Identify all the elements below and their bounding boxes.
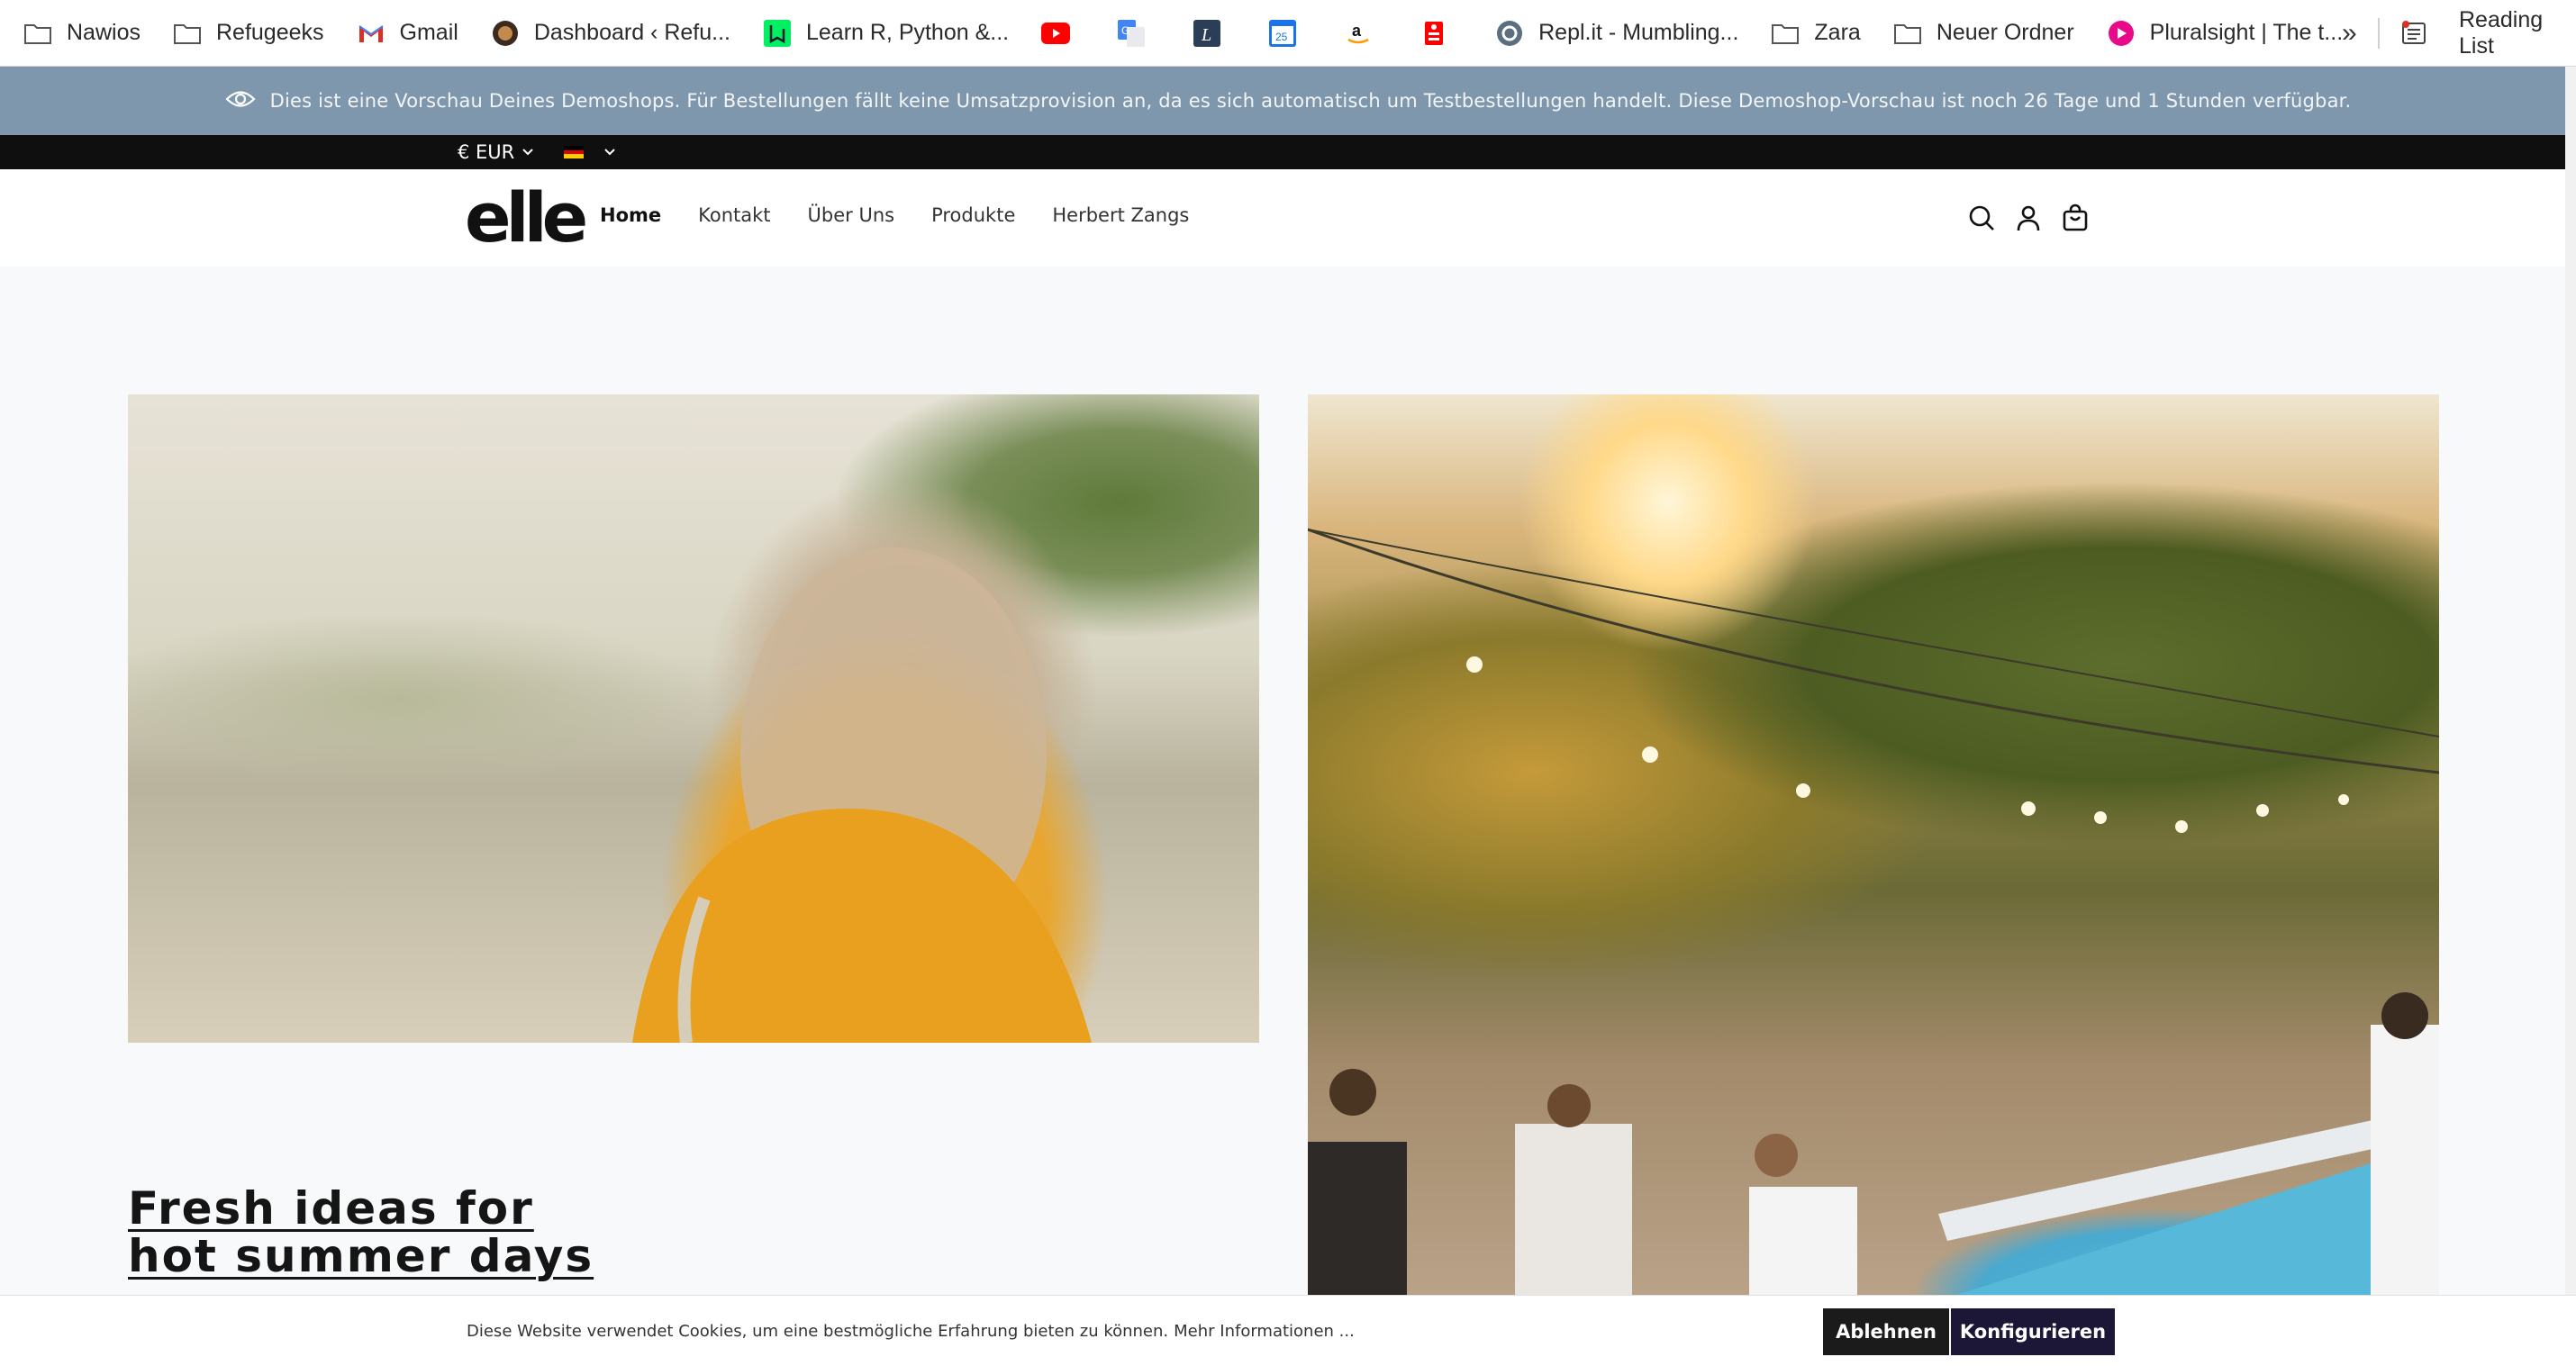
reading-list-label: Reading List [2459,7,2544,59]
folder-icon [173,19,202,48]
eye-icon [225,89,256,113]
datacamp-icon [763,19,792,48]
replit-icon [1495,19,1524,48]
hero-headline-line-1: Fresh ideas for [128,1182,534,1235]
page-scrollbar[interactable] [2565,67,2576,1295]
language-selector[interactable] [564,135,616,169]
bookmarks-more-button[interactable]: » [2342,0,2357,67]
folder-icon [23,19,52,48]
configure-cookies-button[interactable]: Konfigurieren [1951,1308,2115,1355]
gmail-icon [357,19,385,48]
string-lights [1308,528,2439,1295]
svg-text:25: 25 [1275,31,1288,43]
bookmark-replit[interactable]: Repl.it - Mumbling... [1495,0,1738,67]
hero-headline-line-2: hot summer days [128,1230,594,1282]
chevron-down-icon [522,148,534,157]
bookmark-label: Zara [1814,20,1861,45]
bookmark-sparkasse[interactable] [1420,19,1463,48]
preview-banner-text: Dies ist eine Vorschau Deines Demoshops.… [269,90,2352,112]
cart-icon[interactable] [2061,204,2090,232]
svg-text:a: a [1352,22,1362,40]
bookmark-neuer-ordner[interactable]: Neuer Ordner [1893,0,2074,67]
youtube-icon [1041,19,1071,48]
reading-list-icon [2399,19,2428,48]
bookmark-zara[interactable]: Zara [1771,0,1861,67]
bookmark-dashboard[interactable]: Dashboard ‹ Refu... [491,0,730,67]
bookmark-label: Dashboard ‹ Refu... [533,20,730,45]
bookmark-label: Pluralsight | The t... [2149,20,2344,45]
bookmark-label: Neuer Ordner [1936,20,2074,45]
bookmark-label: Gmail [399,20,458,45]
reading-list-button[interactable]: Reading List [2399,0,2576,67]
currency-selector[interactable]: € EUR [458,135,534,169]
demo-preview-banner: Dies ist eine Vorschau Deines Demoshops.… [0,67,2576,135]
bookmark-amazon[interactable]: a [1344,19,1387,48]
bookmark-nawios[interactable]: Nawios [23,0,141,67]
bookmarks-bar: Nawios Refugeeks Gmail Dashboard ‹ Refu.… [0,0,2576,67]
cookie-more-info-link[interactable]: Mehr Informationen ... [1174,1322,1355,1341]
nav-herbert-zangs[interactable]: Herbert Zangs [1052,204,1189,226]
bookmark-label: Learn R, Python &... [805,20,1010,45]
bookmark-label: Refugeeks [215,20,324,45]
nav-produkte[interactable]: Produkte [931,204,1015,226]
bookmark-label: Repl.it - Mumbling... [1538,20,1739,45]
decline-cookies-button[interactable]: Ablehnen [1823,1308,1949,1355]
bookmark-pluralsight[interactable]: Pluralsight | The t... [2107,0,2343,67]
main-navigation: Home Kontakt Über Uns Produkte Herbert Z… [600,169,1226,261]
folder-icon [1771,19,1800,48]
pluralsight-icon [2107,19,2136,48]
nav-ueber-uns[interactable]: Über Uns [808,204,895,226]
bookmark-google-translate[interactable]: G [1117,19,1160,48]
sparkasse-icon [1420,19,1448,48]
bookmark-linguee[interactable]: L [1193,19,1236,48]
shop-topbar: € EUR [0,135,2576,169]
hero-image-girl[interactable] [128,394,1259,1043]
wordpress-icon [491,19,520,48]
linguee-icon: L [1193,19,1221,48]
calendar-icon: 25 [1268,19,1297,48]
folder-icon [1893,19,1922,48]
header-actions [1967,169,2108,267]
bookmark-youtube[interactable] [1041,19,1084,48]
svg-text:G: G [1121,24,1129,37]
account-icon[interactable] [2014,204,2043,232]
search-icon[interactable] [1967,204,1996,232]
germany-flag-icon [564,146,584,159]
bookmark-refugeeks[interactable]: Refugeeks [173,0,324,67]
hero-image-pool-party[interactable] [1308,394,2439,1295]
bookmark-calendar[interactable]: 25 [1268,19,1311,48]
bookmark-label: Nawios [67,20,141,45]
shop-logo[interactable]: elle [465,184,588,252]
hero-headline[interactable]: Fresh ideas for hot summer days [128,1185,594,1280]
google-translate-icon: G [1117,19,1146,48]
hero-image-girl-illustration [632,547,1092,1043]
shop-header: elle Home Kontakt Über Uns Produkte Herb… [0,169,2576,267]
chevron-down-icon [603,148,616,157]
bookmarks-divider [2378,18,2380,49]
nav-home[interactable]: Home [600,204,661,226]
nav-kontakt[interactable]: Kontakt [698,204,770,226]
browser-page: Nawios Refugeeks Gmail Dashboard ‹ Refu.… [0,0,2576,1366]
cookie-notice: Diese Website verwendet Cookies, um eine… [467,1296,1355,1366]
cookie-consent-bar: Diese Website verwendet Cookies, um eine… [0,1295,2576,1366]
cookie-notice-text: Diese Website verwendet Cookies, um eine… [467,1322,1169,1341]
bookmark-gmail[interactable]: Gmail [357,0,458,67]
bookmark-datacamp[interactable]: Learn R, Python &... [763,0,1009,67]
svg-text:L: L [1201,25,1211,45]
amazon-icon: a [1344,19,1373,48]
currency-label: € EUR [458,141,515,163]
